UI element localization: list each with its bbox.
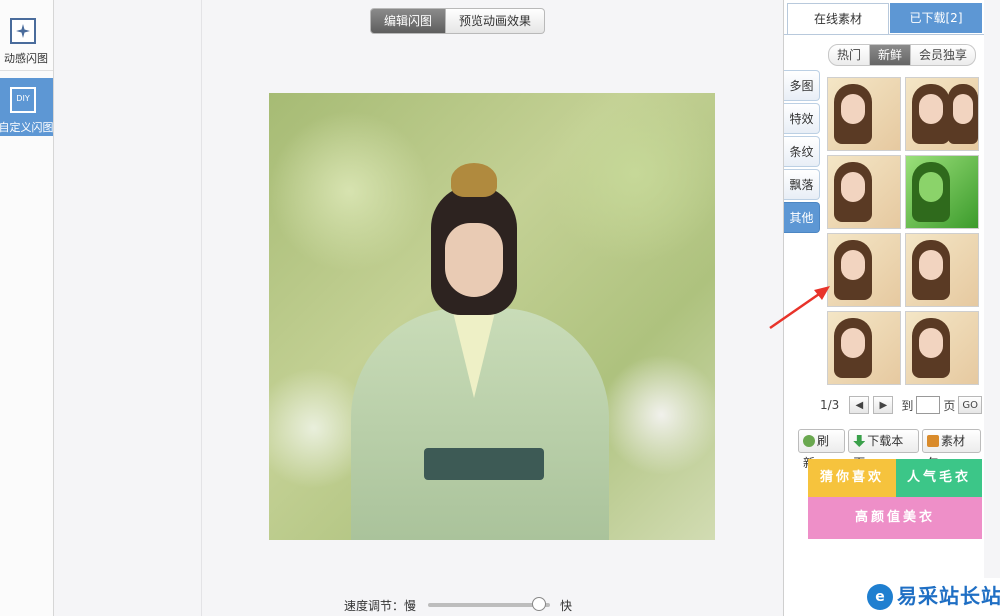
banner-beauty-clothes[interactable]: 高颜值美衣	[808, 497, 982, 539]
filter-segments: 热门 新鲜 会员独享	[828, 44, 977, 66]
tab-underline	[784, 34, 984, 35]
sparkle-frame-icon	[10, 18, 36, 44]
material-thumbnail[interactable]	[827, 155, 901, 229]
speed-slider[interactable]	[428, 597, 551, 611]
material-pack-button[interactable]: 素材包	[922, 429, 981, 470]
segment-new[interactable]: 新鲜	[870, 44, 912, 66]
page-suffix-label: 页	[943, 398, 956, 413]
category-stripes[interactable]: 条纹	[784, 136, 820, 167]
speed-label: 速度调节：	[344, 598, 405, 613]
goto-label: 到	[901, 398, 914, 413]
speed-fast-label: 快	[560, 598, 573, 613]
material-thumbnail[interactable]	[905, 77, 979, 151]
material-thumbnail[interactable]	[827, 77, 901, 151]
material-thumbnail[interactable]	[827, 233, 901, 307]
download-arrow-icon	[853, 435, 866, 447]
material-thumbnail[interactable]	[905, 311, 979, 385]
banner-guess-you-like[interactable]: 猜你喜欢	[808, 459, 896, 497]
material-thumbnail-grid	[827, 77, 982, 387]
photo-hair-ornament	[451, 163, 497, 197]
ad-banner[interactable]: 猜你喜欢 人气毛衣 高颜值美衣	[808, 459, 982, 539]
next-page-button[interactable]: ▶	[873, 396, 894, 414]
mode-tabs: 编辑闪图 预览动画效果	[370, 8, 546, 34]
category-multi-image[interactable]: 多图	[784, 70, 820, 101]
download-page-button[interactable]: 下载本页	[848, 429, 919, 470]
pagination: 1/3 ◀ ▶ 到 页 GO	[820, 395, 982, 415]
annotation-arrow-icon	[769, 286, 830, 330]
site-watermark: e 易采站长站	[855, 578, 1000, 616]
go-button[interactable]: GO	[958, 396, 982, 414]
photo-canvas[interactable]	[269, 93, 715, 540]
left-tool-sidebar: 动感闪图 DIY 自定义闪图	[0, 0, 54, 616]
panel-actions: 刷新 下载本页 素材包	[798, 429, 984, 470]
speed-slider-knob[interactable]	[532, 597, 547, 611]
category-effects[interactable]: 特效	[784, 103, 820, 134]
segment-hot[interactable]: 热门	[828, 44, 871, 66]
tab-online-material[interactable]: 在线素材	[787, 3, 889, 34]
diy-icon: DIY	[10, 87, 36, 113]
custom-flash-label: 自定义闪图	[0, 121, 54, 134]
material-thumbnail[interactable]	[905, 155, 979, 229]
speed-slow-label: 慢	[404, 598, 417, 613]
site-logo-icon: e	[867, 584, 893, 610]
watermark-text: 易采站长站	[897, 584, 1000, 608]
refresh-icon	[803, 435, 815, 447]
dynamic-flash-label: 动感闪图	[4, 52, 48, 65]
page-number-input[interactable]	[916, 396, 941, 414]
tab-edit-flash[interactable]: 编辑闪图	[370, 8, 447, 34]
speed-control: 速度调节： 慢 快	[344, 596, 572, 614]
photo-sash-shape	[424, 448, 544, 480]
segment-vip[interactable]: 会员独享	[911, 44, 977, 66]
dynamic-flash-tool[interactable]: 动感闪图	[0, 0, 53, 71]
package-icon	[927, 435, 939, 447]
category-falling[interactable]: 飘落	[784, 169, 820, 200]
banner-popular-sweater[interactable]: 人气毛衣	[896, 459, 982, 497]
tab-downloaded[interactable]: 已下载[2]	[890, 3, 982, 33]
prev-page-button[interactable]: ◀	[849, 396, 870, 414]
photo-face-shape	[445, 223, 503, 297]
tab-preview-animation[interactable]: 预览动画效果	[446, 8, 546, 34]
material-thumbnail[interactable]	[905, 233, 979, 307]
page-indicator: 1/3	[820, 398, 840, 412]
refresh-button[interactable]: 刷新	[798, 429, 846, 470]
material-thumbnail[interactable]	[827, 311, 901, 385]
workspace-divider	[201, 0, 202, 616]
custom-flash-tool[interactable]: DIY 自定义闪图	[0, 78, 54, 136]
category-other[interactable]: 其他	[784, 202, 820, 233]
